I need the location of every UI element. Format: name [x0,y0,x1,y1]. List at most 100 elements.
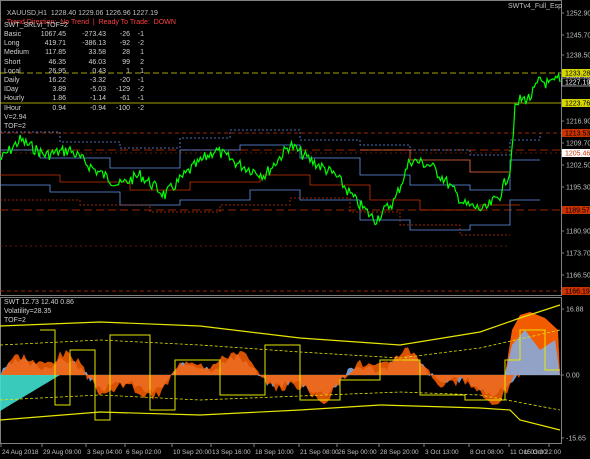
time-tick: 29 Aug 09:00 [41,444,82,456]
stats-name: Short [4,58,21,66]
price-tick-label: 1173.70 [566,251,590,258]
stats-v3: -92 [119,40,130,48]
svg-text:1189.57: 1189.57 [565,208,590,215]
stats-row-ihour: IHour 0.94 -0.94 -100 -2 [4,105,154,114]
svg-text:1213.53: 1213.53 [565,131,590,138]
stats-row-hourly: Hourly 1.86 -1.14 -61 -1 [4,95,154,104]
price-axis: 1252.901245.701238.501231.301223.701216.… [561,11,590,280]
stats-row-daily: Daily 16.22 -3.32 -20 -1 [4,77,154,86]
stats-v3: -26 [119,31,130,38]
svg-text:21 Sep 08:00: 21 Sep 08:00 [300,449,339,456]
stats-name: IDay [4,86,19,94]
osc-header-values: SWT 12.73 12.40 0.86 [4,299,74,306]
stats-row-iday: IDay 3.89 -5.03 -129 -2 [4,86,154,95]
stats-v2: -5.03 [90,86,106,94]
price-tick: 1180.90 [561,229,590,236]
price-tick: 1245.70 [561,33,590,40]
stats-v4: -1 [137,95,144,103]
sr-bands [0,129,541,236]
svg-text:8 Oct 08:00: 8 Oct 08:00 [470,449,504,456]
svg-text:24 Aug 2018: 24 Aug 2018 [2,449,39,456]
osc-volatility: Volatility=28.35 [4,308,52,315]
svg-text:16.88: 16.88 [566,307,584,314]
price-level-label: 1227.19 [561,77,590,87]
stats-v2: 46.03 [88,58,106,66]
stats-row-basic: Basic 1067.45 -273.43 -26 -1 [4,31,154,40]
price-level-label: 1166.19 [562,287,590,296]
stats-v2: 0.43 [92,67,106,75]
stats-v2: -0.94 [90,104,106,112]
price-tick-label: 1180.90 [566,229,590,236]
time-axis: 24 Aug 2018 29 Aug 09:00 3 Sep 04:00 6 Sep … [0,444,562,456]
stats-row-local: Local 26.95 0.43 1 1 [4,68,154,77]
stats-name: Hourly [4,95,25,103]
stats-v2: -3.32 [90,77,106,84]
stats-v4: -2 [137,86,144,94]
stats-v3: -100 [115,104,130,112]
stats-v2: -273.43 [82,31,106,38]
stats-row-long: Long 419.71 -386.13 -92 -2 [4,40,154,49]
stats-v1: 1067.45 [40,31,66,38]
stats-v3: -61 [119,95,130,103]
svg-text:18 Sep 10:00: 18 Sep 10:00 [255,449,294,456]
price-tick-label: 1252.90 [566,11,590,18]
stats-v2: -1.14 [90,95,106,103]
stats-title: SWT_SRLvl_TOF=2 [4,22,68,29]
price-tick-label: 1209.70 [566,141,590,148]
stats-name: IHour [4,104,22,112]
svg-text:1227.19: 1227.19 [565,80,590,87]
time-tick: 6 Sep 02:00 [124,444,161,456]
stats-tof-line: TOF=2 [4,123,26,130]
osc-tick: 16.88 [561,307,584,314]
stats-v4: 1 [140,67,144,75]
time-tick: 15 Oct 22:00 [524,444,562,456]
time-tick: 24 Aug 2018 [0,444,39,456]
stats-v4: 2 [140,58,144,66]
price-tick: 1166.50 [561,273,590,280]
svg-text:1233.28: 1233.28 [565,71,590,78]
price-tick: 1202.50 [561,163,590,170]
oscillator-axis: 16.88 0.00 -15.65 [561,307,586,443]
price-tick: 1195.30 [561,185,590,192]
stats-v3: -20 [119,77,130,84]
stats-v4: -1 [137,31,144,38]
stats-v4: -2 [137,40,144,48]
stats-v1: 16.22 [48,77,66,84]
stats-name: Medium [4,49,29,57]
svg-text:-15.65: -15.65 [566,436,586,443]
time-tick: 8 Oct 08:00 [468,444,504,456]
svg-text:28 Sep 20:00: 28 Sep 20:00 [380,449,419,456]
indicator-name: SWTv4_Full_Esp [508,3,563,10]
price-level-label: 1189.57 [562,206,590,215]
stats-row-short: Short 46.35 46.03 99 2 [4,59,154,68]
time-tick: 13 Sep 16:00 [210,444,251,456]
time-tick: 26 Sep 00:00 [336,444,377,456]
svg-text:29 Aug 09:00: 29 Aug 09:00 [43,449,82,456]
price-level-label: 1223.76 [562,99,590,108]
svg-text:3 Sep 04:00: 3 Sep 04:00 [87,449,122,456]
osc-tick: 0.00 [561,373,580,380]
svg-text:6 Sep 02:00: 6 Sep 02:00 [126,449,161,456]
swt-oscillator [0,304,561,431]
stats-v4: -1 [137,77,144,84]
svg-text:15 Oct 22:00: 15 Oct 22:00 [524,449,562,456]
price-tick-label: 1202.50 [566,163,590,170]
stats-v1: 117.85 [45,49,66,57]
stats-row-medium: Medium 117.85 33.58 28 1 [4,49,154,58]
price-tick-label: 1216.90 [566,119,590,126]
time-tick: 18 Sep 10:00 [253,444,294,456]
price-tick: 1216.90 [561,119,590,126]
stats-v-line: V=2.94 [4,114,27,121]
time-tick: 10 Sep 20:00 [171,444,212,456]
svg-text:1223.76: 1223.76 [565,101,590,108]
price-tick-label: 1238.50 [566,53,590,60]
price-tick-label: 1166.50 [566,273,590,280]
stats-name: Daily [4,77,20,84]
price-tick-label: 1245.70 [566,33,590,40]
stats-v1: 0.94 [52,104,66,112]
time-tick: 28 Sep 20:00 [378,444,419,456]
stats-v1: 3.89 [52,86,66,94]
ready-to-trade-label: Ready To Trade: DOWN [98,19,176,26]
svg-text:1166.19: 1166.19 [565,289,590,296]
stats-v2: 33.58 [88,49,106,57]
